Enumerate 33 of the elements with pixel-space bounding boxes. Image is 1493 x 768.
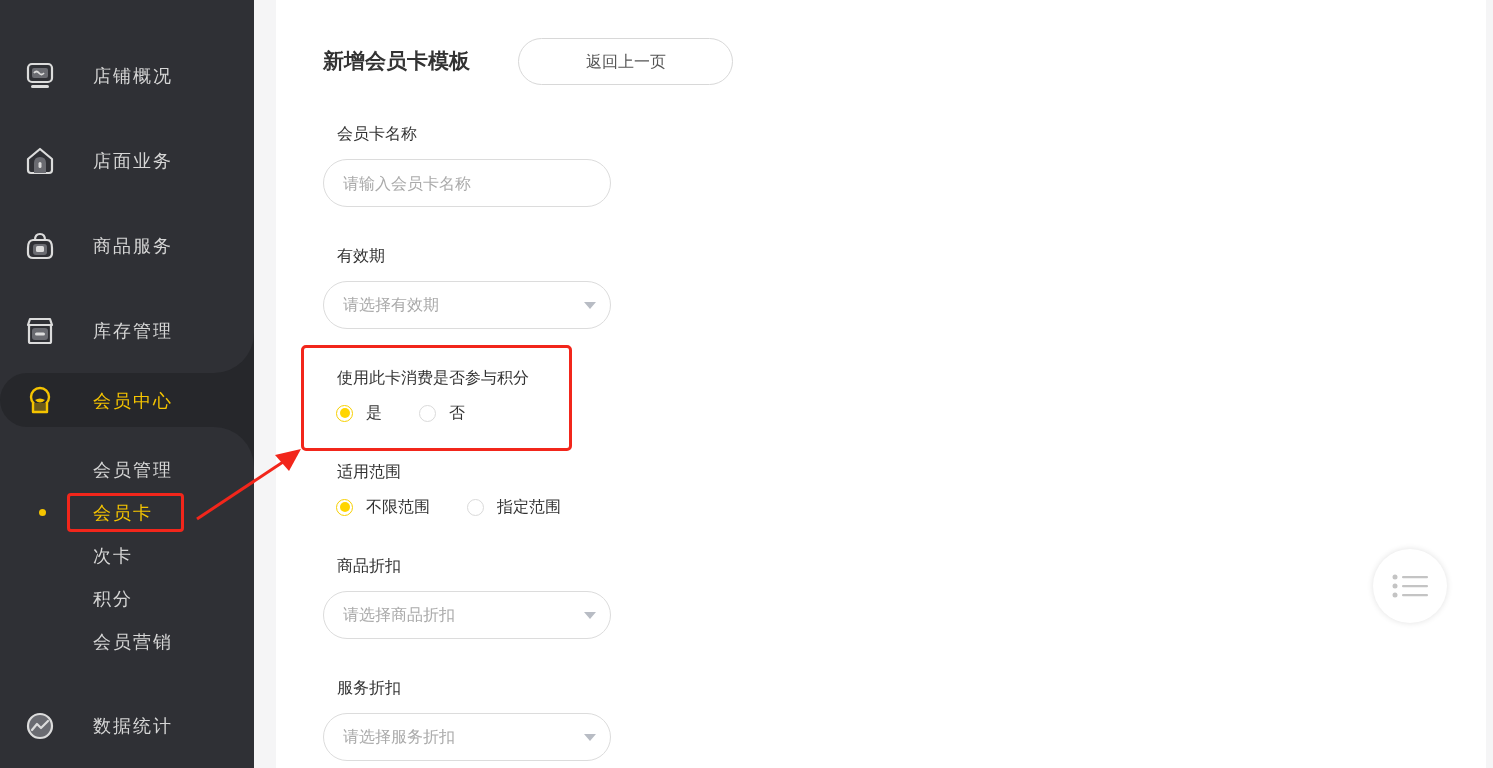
chart-circle-icon (25, 710, 55, 741)
sidebar-item[interactable]: 店铺概况 (0, 33, 254, 118)
text-input[interactable]: 请输入会员卡名称 (323, 159, 611, 207)
submenu-item[interactable]: 次卡 (93, 542, 133, 569)
submenu-item[interactable]: 会员营销 (93, 628, 173, 655)
field-label: 使用此卡消费是否参与积分 (337, 367, 529, 389)
sidebar-item[interactable]: 店面业务 (0, 118, 254, 203)
field-label: 服务折扣 (337, 677, 401, 699)
radio-option[interactable]: 是 (336, 401, 382, 425)
submenu-item[interactable]: 会员卡 (93, 499, 153, 526)
back-button[interactable]: 返回上一页 (518, 38, 733, 85)
sidebar-item[interactable]: 会员中心 (0, 373, 254, 427)
monitor-icon (25, 60, 55, 91)
field-label: 适用范围 (337, 461, 401, 483)
sidebar-item[interactable]: 商品服务 (0, 203, 254, 288)
page-title: 新增会员卡模板 (323, 47, 470, 75)
radio-option[interactable]: 不限范围 (336, 495, 430, 519)
bag-icon (25, 230, 55, 261)
sidebar-item[interactable]: 库存管理 (0, 288, 254, 373)
radio-option[interactable]: 指定范围 (467, 495, 561, 519)
field-label: 有效期 (337, 245, 385, 267)
radio-option[interactable]: 否 (419, 401, 465, 425)
caret-icon (584, 301, 596, 309)
submenu-item[interactable]: 会员管理 (93, 456, 173, 483)
box-icon (25, 315, 55, 346)
field-label: 会员卡名称 (337, 123, 417, 145)
submenu-item[interactable]: 积分 (93, 585, 133, 612)
list-icon (1392, 574, 1428, 598)
field-label: 商品折扣 (337, 555, 401, 577)
caret-icon (584, 733, 596, 741)
sidebar-item[interactable]: 数据统计 (0, 683, 254, 768)
house-icon (25, 145, 55, 176)
caret-icon (584, 611, 596, 619)
